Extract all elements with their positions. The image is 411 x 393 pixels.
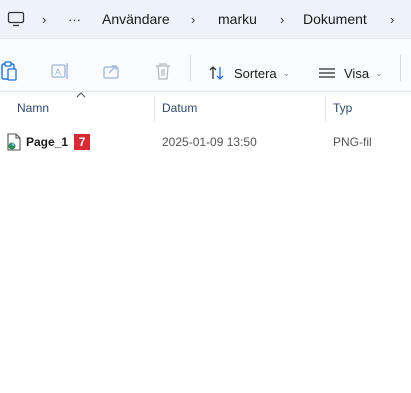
sort-label: Sortera: [234, 65, 277, 81]
breadcrumb-item-marku[interactable]: marku: [218, 0, 257, 38]
breadcrumb-chevron-icon[interactable]: ›: [42, 0, 46, 38]
file-type: PNG-fil: [333, 135, 372, 149]
delete-icon[interactable]: [153, 61, 175, 83]
column-header-name[interactable]: Namn: [17, 92, 49, 124]
column-divider[interactable]: [325, 96, 326, 122]
breadcrumb-chevron-icon[interactable]: ›: [191, 0, 195, 38]
column-divider[interactable]: [154, 96, 155, 122]
number-badge: 7: [74, 134, 91, 150]
chevron-down-icon: ⌄: [282, 67, 291, 78]
toolbar-divider: [400, 55, 401, 81]
file-row[interactable]: Page_1 7 2025-01-09 13:50 PNG-fil: [0, 128, 411, 156]
svg-text:A: A: [55, 67, 61, 77]
paste-icon[interactable]: [0, 61, 22, 83]
sort-icon: [208, 65, 226, 81]
column-header-date[interactable]: Datum: [162, 92, 197, 124]
command-bar: A Sortera ⌄ Visa ⌄: [0, 38, 411, 92]
sort-button[interactable]: Sortera ⌄: [208, 47, 290, 99]
this-pc-icon[interactable]: [7, 0, 25, 38]
view-label: Visa: [344, 65, 370, 81]
breadcrumb-item-documents[interactable]: Dokument: [303, 0, 367, 38]
view-icon: [318, 66, 336, 80]
breadcrumb-more-button[interactable]: ···: [68, 0, 81, 38]
share-icon[interactable]: [102, 61, 124, 83]
png-file-icon: [6, 128, 22, 156]
sort-ascending-icon: [76, 90, 86, 101]
file-name-cell[interactable]: Page_1 7: [26, 128, 91, 156]
breadcrumb-chevron-icon[interactable]: ›: [280, 0, 284, 38]
file-name: Page_1: [26, 135, 69, 149]
rename-icon[interactable]: A: [50, 61, 72, 83]
breadcrumb-chevron-icon[interactable]: ›: [390, 0, 394, 38]
chevron-down-icon: ⌄: [375, 67, 383, 78]
address-bar[interactable]: › ··· Användare › marku › Dokument ›: [0, 0, 411, 38]
file-date: 2025-01-09 13:50: [162, 135, 257, 149]
column-header-type[interactable]: Typ: [333, 92, 352, 124]
breadcrumb-item-users[interactable]: Användare: [102, 0, 170, 38]
toolbar-divider: [190, 55, 191, 81]
